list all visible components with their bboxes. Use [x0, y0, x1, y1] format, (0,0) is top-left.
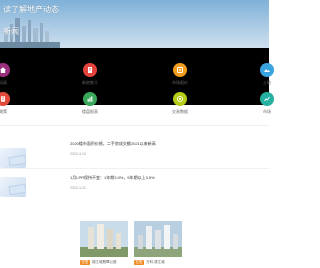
news-item-0[interactable]: 2020楼市面积价格，二手房成交额2021以来新高 2020-3-24: [0, 139, 269, 177]
news-thumbnail: [0, 148, 26, 168]
menu-item-2[interactable]: 市场报价: [158, 63, 202, 85]
news-title: 1月LPR保持不变：1年期3.0%，5年期以上3.5%: [70, 175, 155, 180]
menu-label: 市场报价: [172, 80, 188, 85]
menu-label: 楼盘报表: [82, 109, 98, 114]
price-tag-icon: [173, 63, 187, 77]
news-title: 2020楼市面积价格，二手房成交额2021以来新高: [70, 141, 156, 146]
menu-item-1[interactable]: 新房推介: [68, 63, 112, 85]
property-card-0[interactable]: 在售 锦江城翡翠公馆: [80, 221, 128, 268]
property-name: 锦江城翡翠公馆: [92, 259, 117, 264]
menu-item-4[interactable]: 政策: [0, 92, 25, 114]
property-image: [134, 221, 182, 257]
sale-status-badge: 在售: [80, 259, 90, 265]
menu-label: 交易数据: [172, 109, 188, 114]
property-name: 万科·滨江城: [146, 259, 165, 264]
news-date: 2020-3-24: [70, 152, 86, 156]
news-date: 2020-3-21: [70, 186, 86, 190]
hero-title-line2: 新闻: [3, 27, 19, 36]
menu-item-3[interactable]: 土地: [245, 63, 289, 85]
sale-status-badge: 在售: [134, 259, 144, 265]
hero-banner[interactable]: 读了解地产动态 新闻: [0, 0, 269, 48]
list-divider: [0, 168, 269, 169]
menu-item-0[interactable]: 动画: [0, 63, 25, 85]
hero-title-line1: 读了解地产动态: [3, 5, 59, 14]
market-icon: [260, 92, 274, 106]
land-icon: [260, 63, 274, 77]
menu-label: 政策: [0, 109, 7, 114]
building-icon: [83, 63, 97, 77]
menu-label: 新房推介: [82, 80, 98, 85]
property-image: [80, 221, 128, 257]
section-divider: [0, 125, 269, 126]
menu-item-7[interactable]: 市场: [245, 92, 289, 114]
menu-label: 土地: [263, 80, 271, 85]
target-icon: [173, 92, 187, 106]
property-card-1[interactable]: 在售 万科·滨江城: [134, 221, 182, 268]
news-item-1[interactable]: 1月LPR保持不变：1年期3.0%，5年期以上3.5% 2020-3-21: [0, 173, 269, 211]
menu-label: 动画: [0, 80, 7, 85]
menu-item-5[interactable]: 楼盘报表: [68, 92, 112, 114]
menu-item-6[interactable]: 交易数据: [158, 92, 202, 114]
banner-dark-area: [0, 48, 269, 105]
chart-icon: [83, 92, 97, 106]
home-icon: [0, 63, 10, 77]
news-thumbnail: [0, 177, 26, 197]
policy-icon: [0, 92, 10, 106]
menu-label: 市场: [263, 109, 271, 114]
